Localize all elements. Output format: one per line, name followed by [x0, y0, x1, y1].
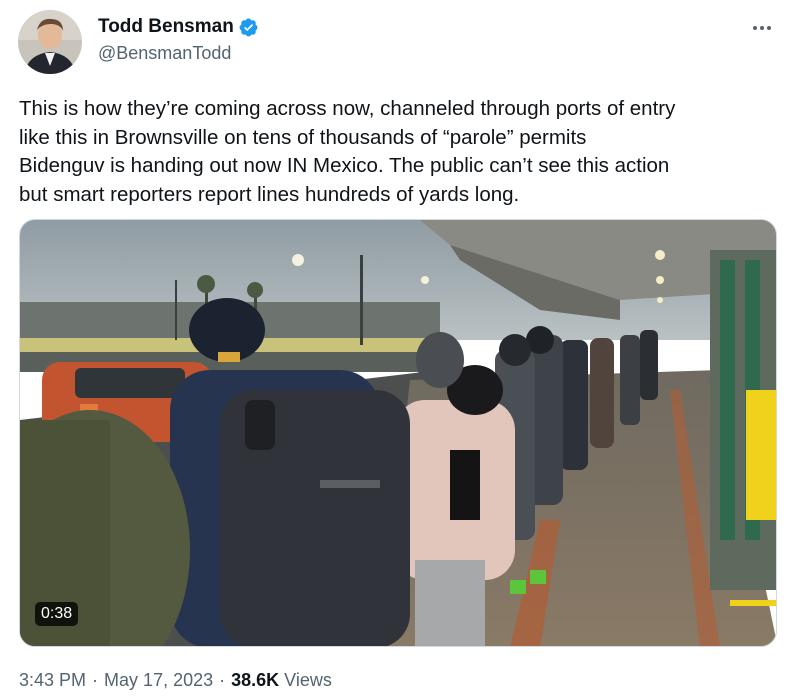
tweet-meta: 3:43 PM · May 17, 2023 · 38.6K Views [19, 670, 332, 691]
tweet-card: Todd Bensman @BensmanTodd This is how th… [0, 0, 800, 699]
meta-separator: · [92, 670, 99, 690]
video-duration-badge: 0:38 [35, 602, 79, 626]
video-player[interactable]: 0:38 [19, 219, 777, 647]
more-dots-icon[interactable] [748, 14, 776, 42]
avatar-image [18, 10, 82, 74]
name-row: Todd Bensman [98, 14, 259, 40]
avatar[interactable] [18, 10, 82, 74]
views-count[interactable]: 38.6K [231, 670, 279, 691]
tweet-date[interactable]: May 17, 2023 [104, 670, 213, 691]
author-block: Todd Bensman @BensmanTodd [98, 14, 259, 64]
meta-separator: · [219, 670, 226, 690]
tweet-text: This is how they’re coming across now, c… [19, 97, 676, 206]
tweet-time[interactable]: 3:43 PM [19, 670, 86, 691]
views-label: Views [284, 670, 332, 690]
verified-badge-icon[interactable] [238, 17, 259, 38]
author-handle[interactable]: @BensmanTodd [98, 43, 259, 64]
video-thumbnail [20, 220, 776, 646]
author-display-name[interactable]: Todd Bensman [98, 16, 234, 38]
